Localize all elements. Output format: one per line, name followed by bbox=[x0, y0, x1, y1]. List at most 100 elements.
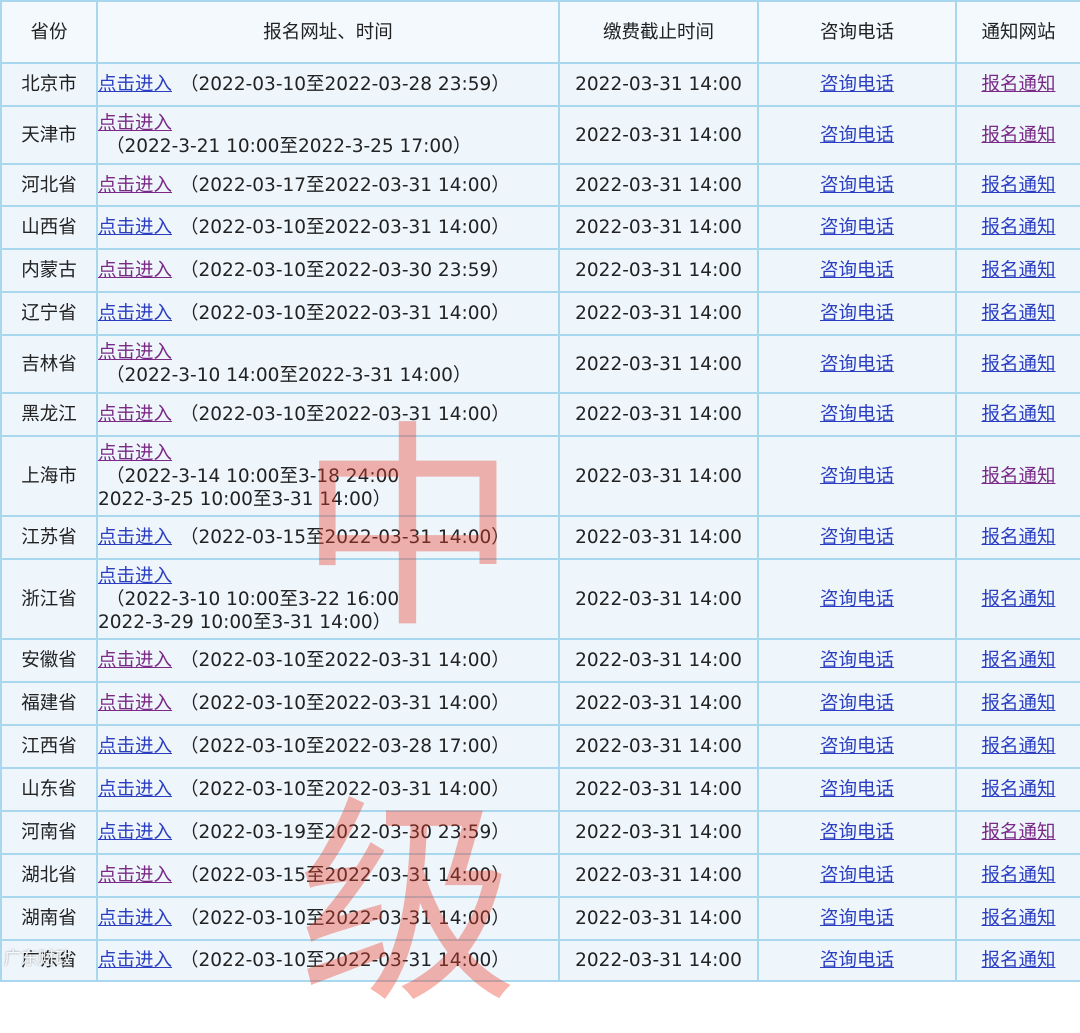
notice-link[interactable]: 报名通知 bbox=[981, 466, 1055, 487]
table-row: 浙江省 点击进入 （2022-3-10 10:00至3-22 16:00 2022-3… bbox=[0, 558, 1080, 640]
registration-time: （2022-3-14 10:00至3-18 24:00 bbox=[106, 465, 400, 487]
table-body: 北京市 点击进入 （2022-03-10至2022-03-28 23:59） 2022… bbox=[0, 62, 1080, 982]
phone-link[interactable]: 咨询电话 bbox=[820, 125, 894, 146]
enter-link[interactable]: 点击进入 bbox=[98, 260, 172, 281]
enter-link[interactable]: 点击进入 bbox=[98, 303, 172, 324]
notice-link[interactable]: 报名通知 bbox=[981, 589, 1055, 610]
payment-deadline-cell: 2022-03-31 14:00 bbox=[558, 163, 759, 207]
phone-link[interactable]: 咨询电话 bbox=[820, 354, 894, 375]
enter-link[interactable]: 点击进入 bbox=[98, 779, 172, 800]
notice-link[interactable]: 报名通知 bbox=[981, 354, 1055, 375]
phone-link[interactable]: 咨询电话 bbox=[820, 693, 894, 714]
notice-link[interactable]: 报名通知 bbox=[981, 217, 1055, 238]
table-row: 上海市 点击进入 （2022-3-14 10:00至3-18 24:00 2022-3… bbox=[0, 435, 1080, 517]
registration-time: （2022-3-10 14:00至2022-3-31 14:00） bbox=[106, 365, 472, 386]
notice-link[interactable]: 报名通知 bbox=[981, 527, 1055, 548]
enter-link[interactable]: 点击进入 bbox=[98, 217, 172, 238]
notice-link[interactable]: 报名通知 bbox=[981, 175, 1055, 196]
table-row: 内蒙古 点击进入 （2022-03-10至2022-03-30 23:59） 2022… bbox=[0, 248, 1080, 293]
enter-link[interactable]: 点击进入 bbox=[98, 865, 172, 886]
enter-link[interactable]: 点击进入 bbox=[98, 822, 172, 843]
phone-cell: 咨询电话 bbox=[757, 767, 957, 812]
phone-link[interactable]: 咨询电话 bbox=[820, 779, 894, 800]
table-row: 山东省 点击进入 （2022-03-10至2022-03-31 14:00） 2022… bbox=[0, 767, 1080, 812]
enter-link[interactable]: 点击进入 bbox=[98, 693, 172, 714]
notice-link[interactable]: 报名通知 bbox=[981, 650, 1055, 671]
registration-time: （2022-03-10至2022-03-31 14:00） bbox=[180, 303, 510, 324]
registration-time: （2022-03-17至2022-03-31 14:00） bbox=[180, 174, 510, 196]
table-row: 江苏省 点击进入 （2022-03-15至2022-03-31 14:00） 2022… bbox=[0, 515, 1080, 560]
registration-cell: 点击进入 （2022-03-10至2022-03-31 14:00） bbox=[96, 638, 560, 683]
phone-link[interactable]: 咨询电话 bbox=[820, 589, 894, 610]
enter-link[interactable]: 点击进入 bbox=[98, 950, 172, 971]
notice-link[interactable]: 报名通知 bbox=[981, 865, 1055, 886]
phone-link[interactable]: 咨询电话 bbox=[820, 822, 894, 843]
phone-link[interactable]: 咨询电话 bbox=[820, 865, 894, 886]
province-cell: 黑龙江 bbox=[0, 392, 98, 437]
phone-cell: 咨询电话 bbox=[757, 248, 957, 293]
table-row: 河北省 点击进入 （2022-03-17至2022-03-31 14:00） 2022… bbox=[0, 163, 1080, 207]
phone-link[interactable]: 咨询电话 bbox=[820, 466, 894, 487]
province-cell: 河南省 bbox=[0, 810, 98, 855]
notice-link[interactable]: 报名通知 bbox=[981, 260, 1055, 281]
enter-link[interactable]: 点击进入 bbox=[98, 566, 172, 587]
province-cell: 辽宁省 bbox=[0, 291, 98, 336]
phone-link[interactable]: 咨询电话 bbox=[820, 260, 894, 281]
province-cell: 内蒙古 bbox=[0, 248, 98, 293]
registration-cell: 点击进入 （2022-03-10至2022-03-31 14:00） bbox=[96, 205, 560, 250]
enter-link[interactable]: 点击进入 bbox=[98, 527, 172, 548]
phone-cell: 咨询电话 bbox=[757, 163, 957, 207]
notice-cell: 报名通知 bbox=[955, 681, 1080, 726]
enter-link[interactable]: 点击进入 bbox=[98, 113, 172, 134]
notice-cell: 报名通知 bbox=[955, 334, 1080, 394]
phone-link[interactable]: 咨询电话 bbox=[820, 74, 894, 95]
registration-cell: 点击进入 （2022-03-10至2022-03-28 23:59） bbox=[96, 62, 560, 107]
phone-link[interactable]: 咨询电话 bbox=[820, 404, 894, 425]
registration-time: （2022-03-10至2022-03-30 23:59） bbox=[180, 260, 510, 281]
phone-link[interactable]: 咨询电话 bbox=[820, 736, 894, 757]
payment-deadline-cell: 2022-03-31 14:00 bbox=[558, 810, 759, 855]
table-row: 湖南省 点击进入 （2022-03-10至2022-03-31 14:00） 2022… bbox=[0, 896, 1080, 941]
phone-link[interactable]: 咨询电话 bbox=[820, 650, 894, 671]
phone-link[interactable]: 咨询电话 bbox=[820, 527, 894, 548]
phone-link[interactable]: 咨询电话 bbox=[820, 175, 894, 196]
notice-link[interactable]: 报名通知 bbox=[981, 74, 1055, 95]
notice-cell: 报名通知 bbox=[955, 62, 1080, 107]
notice-link[interactable]: 报名通知 bbox=[981, 736, 1055, 757]
registration-time: （2022-03-10至2022-03-28 17:00） bbox=[180, 736, 510, 757]
phone-link[interactable]: 咨询电话 bbox=[820, 908, 894, 929]
phone-cell: 咨询电话 bbox=[757, 896, 957, 941]
notice-link[interactable]: 报名通知 bbox=[981, 908, 1055, 929]
phone-cell: 咨询电话 bbox=[757, 205, 957, 250]
notice-link[interactable]: 报名通知 bbox=[981, 822, 1055, 843]
payment-deadline-cell: 2022-03-31 14:00 bbox=[558, 105, 759, 165]
enter-link[interactable]: 点击进入 bbox=[98, 404, 172, 425]
notice-link[interactable]: 报名通知 bbox=[981, 950, 1055, 971]
enter-link[interactable]: 点击进入 bbox=[98, 908, 172, 929]
notice-link[interactable]: 报名通知 bbox=[981, 404, 1055, 425]
notice-link[interactable]: 报名通知 bbox=[981, 693, 1055, 714]
phone-link[interactable]: 咨询电话 bbox=[820, 303, 894, 324]
enter-link[interactable]: 点击进入 bbox=[98, 342, 172, 363]
enter-link[interactable]: 点击进入 bbox=[98, 736, 172, 757]
registration-time: （2022-03-10至2022-03-31 14:00） bbox=[180, 217, 510, 238]
province-cell: 广东省 bbox=[0, 939, 98, 982]
notice-cell: 报名通知 bbox=[955, 896, 1080, 941]
enter-link[interactable]: 点击进入 bbox=[98, 175, 172, 196]
notice-link[interactable]: 报名通知 bbox=[981, 779, 1055, 800]
enter-link[interactable]: 点击进入 bbox=[98, 650, 172, 671]
table-row: 福建省 点击进入 （2022-03-10至2022-03-31 14:00） 2022… bbox=[0, 681, 1080, 726]
phone-link[interactable]: 咨询电话 bbox=[820, 950, 894, 971]
registration-cell: 点击进入 （2022-03-19至2022-03-30 23:59） bbox=[96, 810, 560, 855]
table-row: 吉林省 点击进入 （2022-3-10 14:00至2022-3-31 14:00）… bbox=[0, 334, 1080, 394]
phone-link[interactable]: 咨询电话 bbox=[820, 217, 894, 238]
payment-deadline-cell: 2022-03-31 14:00 bbox=[558, 724, 759, 769]
notice-link[interactable]: 报名通知 bbox=[981, 125, 1055, 146]
enter-link[interactable]: 点击进入 bbox=[98, 74, 172, 95]
notice-cell: 报名通知 bbox=[955, 105, 1080, 165]
enter-link[interactable]: 点击进入 bbox=[98, 443, 172, 464]
province-cell: 山东省 bbox=[0, 767, 98, 812]
notice-link[interactable]: 报名通知 bbox=[981, 303, 1055, 324]
registration-time: （2022-03-10至2022-03-31 14:00） bbox=[180, 779, 510, 800]
table-row: 江西省 点击进入 （2022-03-10至2022-03-28 17:00） 2022… bbox=[0, 724, 1080, 769]
